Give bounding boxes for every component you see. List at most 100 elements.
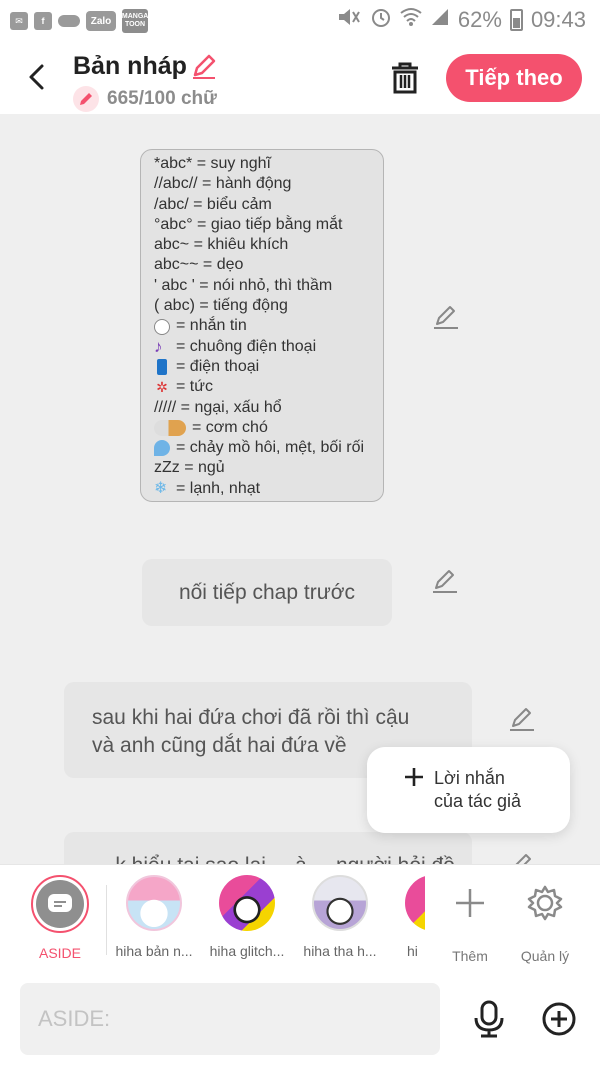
legend-text: abc~~ = dẹo	[154, 256, 244, 274]
legend-text: = cơm chó	[192, 418, 268, 436]
speech-bubble-icon	[154, 318, 170, 335]
author-note-label-line: của tác giả	[434, 791, 522, 811]
zalo-icon: Zalo	[86, 11, 116, 31]
author-note-label-line: Lời nhắn	[434, 768, 505, 788]
edit-title-button[interactable]	[190, 52, 218, 80]
manage-button[interactable]: Quản lý	[505, 875, 585, 964]
legend-line: /abc/ = biểu cảm	[154, 195, 383, 215]
legend-text: *abc* = suy nghĩ	[154, 155, 271, 172]
plus-icon	[405, 768, 423, 786]
legend-text: = chuông điện thoại	[176, 337, 317, 355]
music-note-icon: ♪	[154, 336, 163, 356]
gear-icon	[527, 885, 563, 921]
input-bar	[0, 972, 600, 1067]
legend-line: //abc// = hành động	[154, 174, 383, 194]
trash-icon	[392, 62, 418, 94]
legend-text: ( abc) = tiếng động	[154, 297, 288, 315]
message-bubble[interactable]: nối tiếp chap trước	[142, 559, 392, 626]
anger-icon: ✲	[156, 379, 168, 396]
legend-line: ///// = ngại, xấu hổ	[154, 398, 383, 418]
next-button[interactable]: Tiếp theo	[446, 54, 582, 102]
legend-line: abc~ = khiêu khích	[154, 235, 383, 255]
avatar	[126, 875, 182, 931]
character-name: hiha bản n...	[115, 943, 193, 959]
header: Bản nháp 665/100 chữ Tiếp theo	[0, 40, 600, 114]
facebook-icon: f	[34, 12, 52, 30]
delete-button[interactable]	[388, 60, 422, 96]
edit-message-button[interactable]	[431, 568, 459, 596]
plus-icon	[456, 889, 484, 917]
edit-message-button[interactable]	[508, 852, 536, 864]
character-item[interactable]: hiha glitch...	[199, 875, 295, 959]
legend-line: ❄ = lạnh, nhạt	[154, 479, 383, 499]
legend-line: ' abc ' = nói nhỏ, thì thầm	[154, 276, 383, 296]
add-label: Thêm	[452, 948, 488, 964]
character-name: hiha tha h...	[303, 943, 377, 959]
alarm-icon	[370, 6, 392, 34]
message-input[interactable]	[20, 983, 440, 1055]
back-button[interactable]	[24, 60, 52, 94]
character-item[interactable]: hiha bản n...	[106, 875, 202, 959]
character-aside[interactable]: ASIDE	[12, 875, 108, 961]
page-title: Bản nháp	[73, 52, 187, 80]
legend-line: = nhắn tin	[154, 316, 383, 336]
word-count: 665/100 chữ	[107, 88, 217, 109]
legend-text: = tức	[176, 378, 213, 396]
wifi-icon	[400, 7, 422, 33]
edit-message-button[interactable]	[508, 706, 536, 734]
add-character-button[interactable]: Thêm	[430, 875, 510, 964]
pencil-icon	[433, 570, 457, 593]
author-note-label: Lời nhắn của tác giả	[434, 767, 564, 813]
legend-text: °abc° = giao tiếp bằng mắt	[154, 215, 343, 233]
edit-message-button[interactable]	[432, 304, 460, 332]
legend-text: //abc// = hành động	[154, 175, 292, 193]
legend-line: ♪ = chuông điện thoại	[154, 337, 383, 357]
pencil-icon	[73, 86, 99, 112]
battery-icon	[509, 9, 523, 31]
character-bar: ASIDE hiha bản n... hiha glitch... hiha …	[0, 864, 600, 972]
chat-bubble-icon	[48, 894, 72, 912]
messenger-icon: ✉	[10, 12, 28, 30]
legend-line: zZz = ngủ	[154, 458, 383, 478]
legend-text: = điện thoại	[176, 357, 260, 375]
legend-card[interactable]: *abc* = suy nghĩ //abc// = hành động /ab…	[140, 149, 384, 502]
battery-percent: 62%	[457, 7, 502, 32]
legend-line: = chảy mồ hôi, mệt, bối rối	[154, 438, 383, 458]
character-name: ASIDE	[38, 945, 81, 961]
author-note-button[interactable]: Lời nhắn của tác giả	[367, 747, 570, 833]
avatar	[405, 875, 425, 931]
clock: 09:43	[530, 7, 586, 32]
character-item[interactable]: hiha tha h...	[292, 875, 388, 959]
plus-circle-icon	[542, 1002, 576, 1036]
pencil-icon	[434, 306, 458, 329]
legend-line: ✲ = tức	[154, 377, 383, 397]
avatar	[31, 875, 89, 933]
legend-line: abc~~ = dẹo	[154, 255, 383, 275]
legend-line: ( abc) = tiếng động	[154, 296, 383, 316]
cloud-icon	[58, 15, 80, 27]
character-item[interactable]: hi	[385, 875, 425, 959]
voice-input-button[interactable]	[472, 1000, 506, 1038]
legend-text: = chảy mồ hôi, mệt, bối rối	[176, 439, 365, 457]
rice-dog-icon	[154, 420, 186, 436]
legend-text: = lạnh, nhạt	[176, 479, 261, 497]
avatar	[219, 875, 275, 931]
status-bar: ✉ f Zalo MANGA TOON 62% 09:43	[0, 0, 600, 40]
legend-line: = điện thoại	[154, 357, 383, 377]
add-attachment-button[interactable]	[541, 1001, 577, 1037]
signal-icon	[430, 7, 450, 33]
sweat-drop-icon	[154, 440, 170, 457]
chevron-left-icon	[29, 64, 44, 90]
manage-label: Quản lý	[520, 948, 570, 964]
mangatoon-icon: MANGA TOON	[122, 9, 148, 33]
mute-icon	[336, 6, 362, 34]
notification-icons: ✉ f Zalo MANGA TOON	[10, 9, 148, 33]
snowflake-icon: ❄	[154, 479, 168, 497]
pencil-icon	[510, 708, 534, 731]
message-bubble[interactable]: ... k hiểu tại sao lại ... à ... người h…	[64, 832, 472, 864]
legend-text: ///// = ngại, xấu hổ	[154, 398, 282, 416]
legend-text: /abc/ = biểu cảm	[154, 195, 272, 213]
system-status: 62% 09:43	[336, 6, 586, 34]
legend-line: °abc° = giao tiếp bằng mắt	[154, 215, 383, 235]
legend-line: *abc* = suy nghĩ	[154, 154, 383, 174]
